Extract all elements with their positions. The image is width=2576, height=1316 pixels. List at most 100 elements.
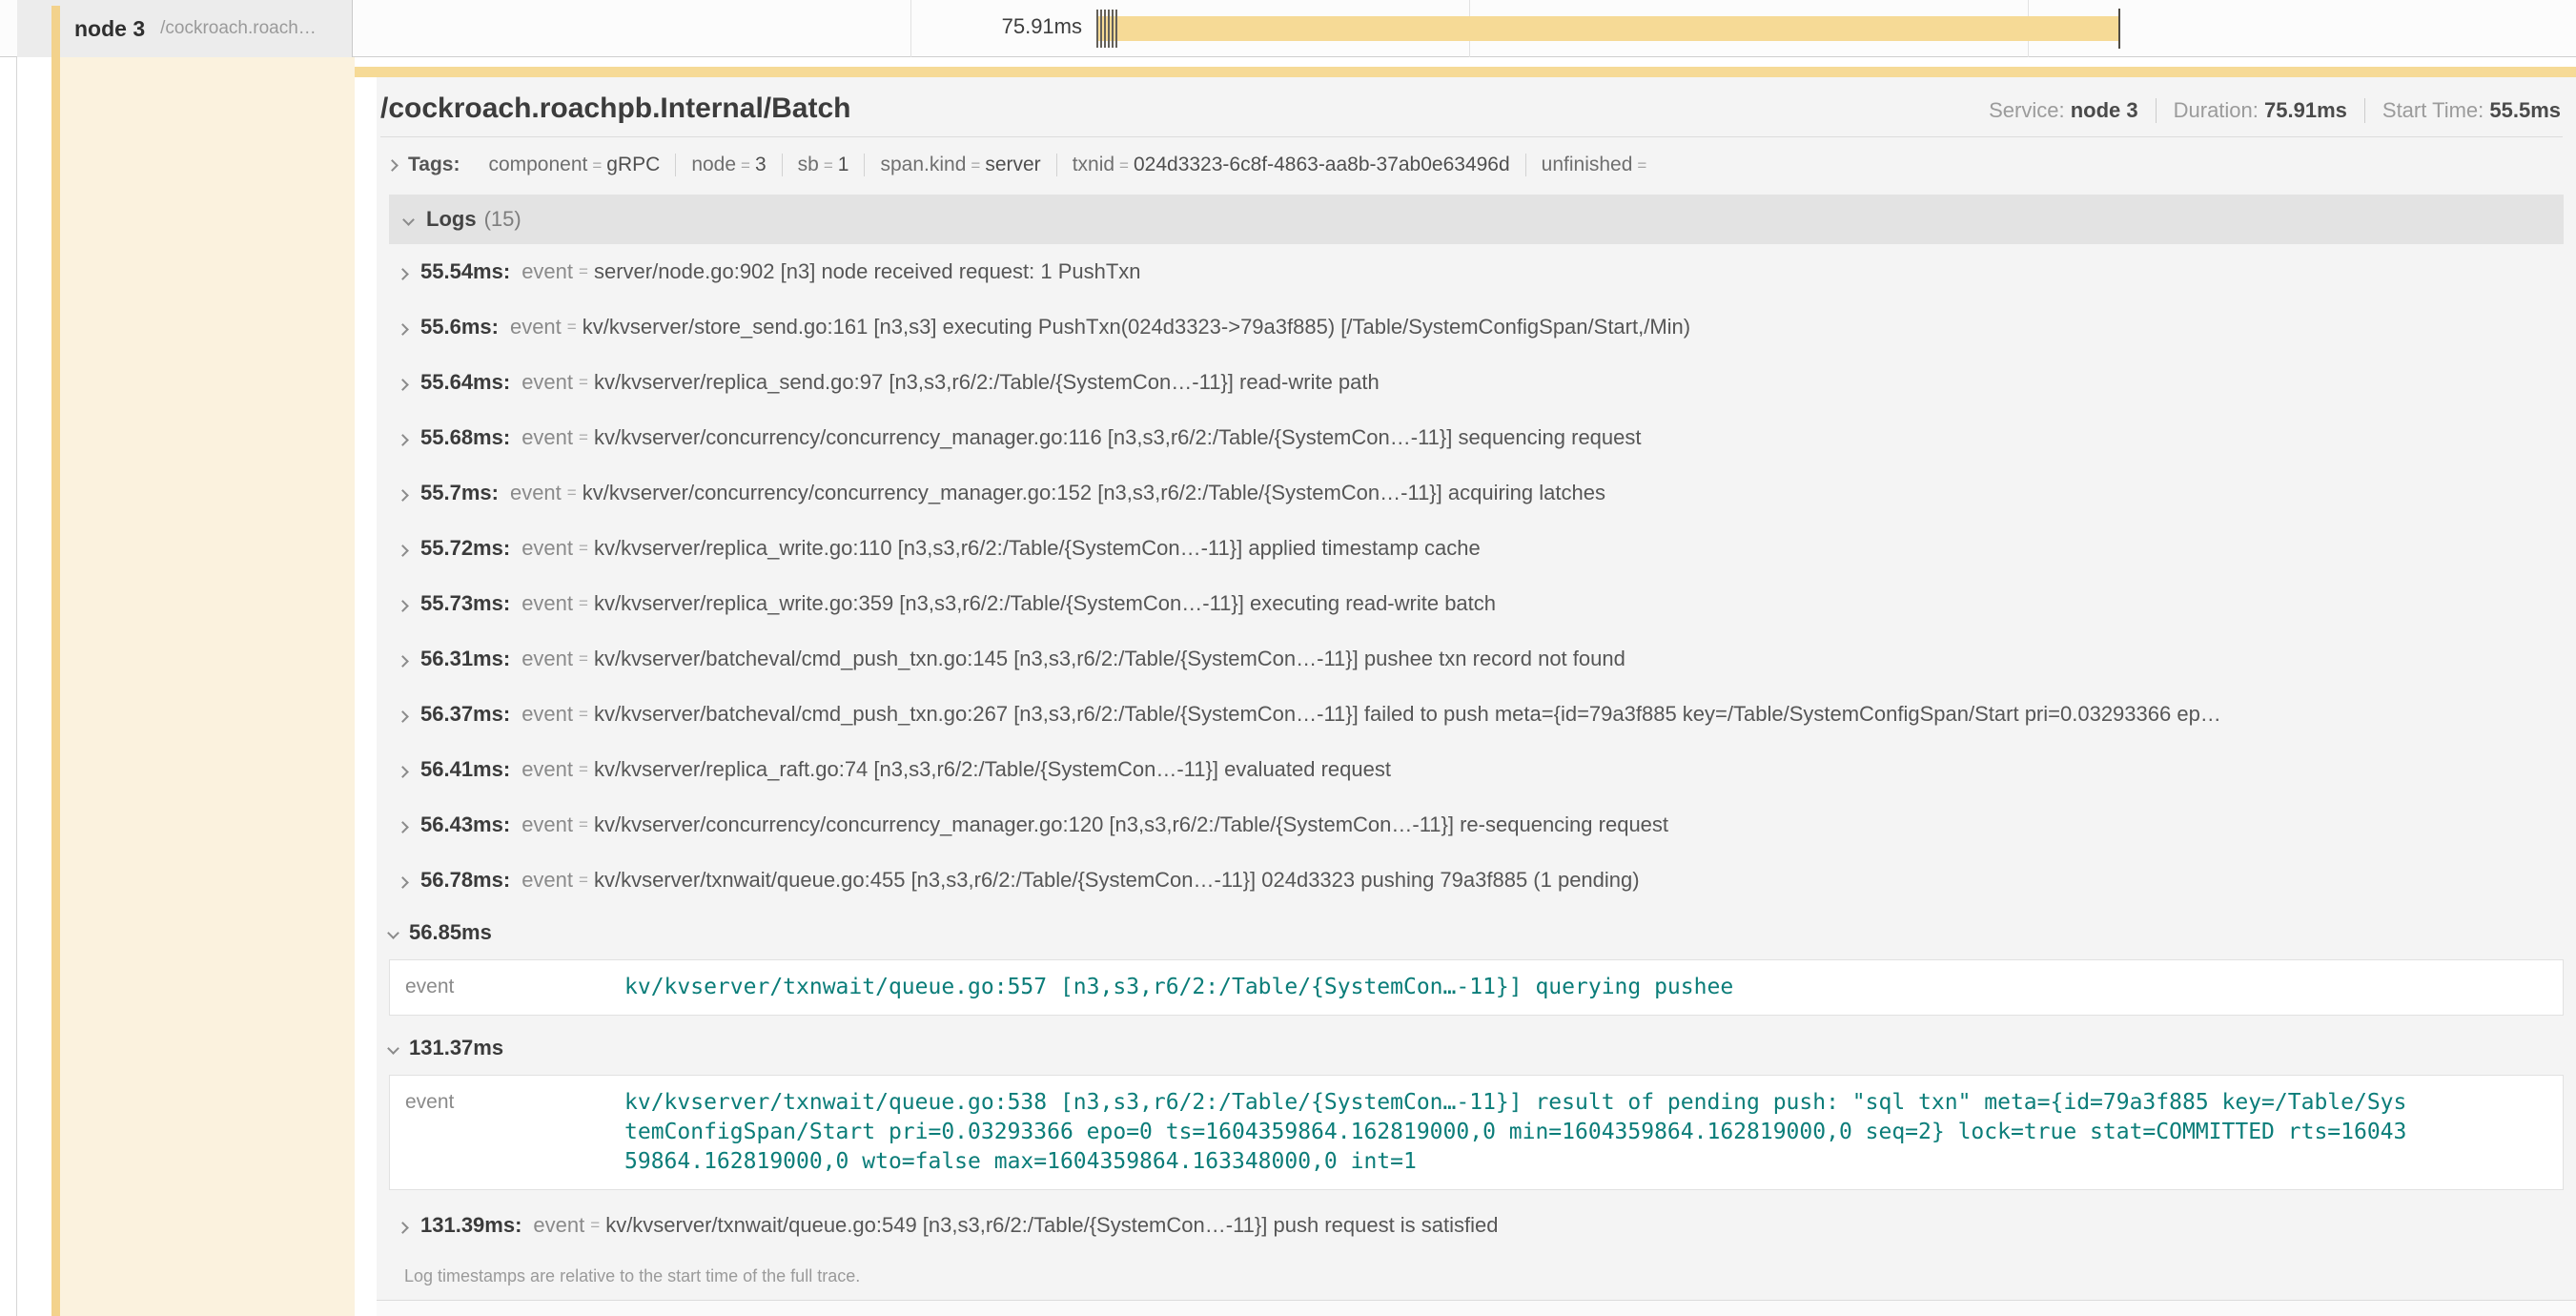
log-message: server/node.go:902 [n3] node received re… [594,259,2564,284]
log-timestamp: 55.6ms: [420,315,499,339]
log-row[interactable]: 55.64ms: event = kv/kvserver/replica_sen… [389,355,2564,410]
equals-sign: = [573,262,594,281]
log-row[interactable]: 55.72ms: event = kv/kvserver/replica_wri… [389,521,2564,576]
log-timestamp: 55.72ms: [420,536,510,561]
log-row[interactable]: 55.68ms: event = kv/kvserver/concurrency… [389,410,2564,465]
chevron-right-icon [386,159,399,172]
log-timestamp: 56.31ms: [420,647,510,671]
expanded-log-header[interactable]: 131.37ms [389,1023,2564,1073]
log-row[interactable]: 56.41ms: event = kv/kvserver/replica_raf… [389,742,2564,797]
expanded-log-entry: 131.37ms event kv/kvserver/txnwait/queue… [389,1023,2564,1190]
timeline-gridline [910,0,911,57]
log-field-name: event [521,259,573,284]
log-timestamp: 55.73ms: [420,591,510,616]
detail-panel-top-accent [355,67,2576,77]
span-bar-hatch-marks [1096,10,1119,48]
logs-title: Logs [426,207,477,232]
logs-count: (15) [484,207,521,232]
chevron-right-icon [399,259,407,284]
meta-item: Start Time: 55.5ms [2364,98,2563,123]
tags-label: Tags: [408,154,460,176]
tag-chip: component=gRPC [473,154,675,176]
timeline-ruler[interactable]: 75.91ms [353,0,2576,57]
log-timestamp: 55.64ms: [420,370,510,395]
log-fields-table: event kv/kvserver/txnwait/queue.go:538 [… [389,1075,2564,1190]
log-fields-table: event kv/kvserver/txnwait/queue.go:557 [… [389,959,2564,1016]
log-message: kv/kvserver/replica_write.go:110 [n3,s3,… [594,536,2564,561]
logs-footer-note: Log timestamps are relative to the start… [389,1253,2564,1300]
logs-section-header[interactable]: Logs (15) [389,195,2564,244]
log-timestamp: 56.41ms: [420,757,510,782]
chevron-right-icon [399,536,407,561]
span-color-accent-bar [51,6,60,1316]
log-timestamp: 55.68ms: [420,425,510,450]
selected-span-row-highlight [60,57,355,1316]
log-entries: 55.54ms: event = server/node.go:902 [n3]… [389,244,2564,1253]
page-title: /cockroach.roachpb.Internal/Batch [380,93,850,125]
log-timestamp: 131.37ms [409,1036,503,1060]
log-field-name: event [510,481,562,505]
chevron-right-icon [399,1213,407,1238]
log-timestamp: 55.54ms: [420,259,510,284]
log-row[interactable]: 56.37ms: event = kv/kvserver/batcheval/c… [389,687,2564,742]
log-timestamp: 131.39ms: [420,1213,521,1238]
meta-item: Duration: 75.91ms [2156,98,2364,123]
chevron-right-icon [399,370,407,395]
chevron-right-icon [399,812,407,837]
chevron-down-icon [387,1042,399,1055]
log-field-name: event [521,812,573,837]
expanded-log-header[interactable]: 56.85ms [389,908,2564,957]
chevron-right-icon [399,481,407,505]
equals-sign: = [573,649,594,668]
log-field-name: event [521,591,573,616]
span-duration-label: 75.91ms [963,14,1082,39]
tags-row[interactable]: Tags: component=gRPC node=3 sb=1 span.ki… [377,137,2576,191]
span-name-tab[interactable]: node 3 /cockroach.roach… [17,0,353,57]
log-timestamp: 56.37ms: [420,702,510,727]
chevron-right-icon [399,647,407,671]
log-field-name: event [521,702,573,727]
log-field-name: event [521,370,573,395]
log-field-name: event [510,315,562,339]
equals-sign: = [573,760,594,779]
log-message: kv/kvserver/replica_raft.go:74 [n3,s3,r6… [594,757,2564,782]
chevron-right-icon [399,757,407,782]
log-field-name: event [521,536,573,561]
log-message: kv/kvserver/batcheval/cmd_push_txn.go:26… [594,702,2564,727]
log-message: kv/kvserver/store_send.go:161 [n3,s3] ex… [583,315,2564,339]
log-message: kv/kvserver/batcheval/cmd_push_txn.go:14… [594,647,2564,671]
trace-span-detail-page: node 3 /cockroach.roach… 75.91ms /cockro… [0,0,2576,1316]
chevron-right-icon [399,425,407,450]
log-field-name: event [533,1213,584,1238]
equals-sign: = [819,156,838,175]
chevron-right-icon [399,591,407,616]
log-row[interactable]: 55.54ms: event = server/node.go:902 [n3]… [389,244,2564,299]
log-field-name: event [521,647,573,671]
tag-list: component=gRPC node=3 sb=1 span.kind=ser… [473,154,1666,176]
chevron-down-icon [402,214,415,226]
logs-section: Logs (15) 55.54ms: event = server/node.g… [389,195,2564,1300]
log-field-value: kv/kvserver/txnwait/queue.go:538 [n3,s3,… [624,1088,2408,1177]
log-field-name: event [405,1088,624,1114]
span-duration-bar[interactable] [1098,16,2119,41]
log-timestamp: 56.85ms [409,920,492,945]
meta-item: Service: node 3 [1972,98,2156,123]
equals-sign: = [1632,156,1651,175]
chevron-right-icon [399,315,407,339]
log-row[interactable]: 56.31ms: event = kv/kvserver/batcheval/c… [389,631,2564,687]
log-row[interactable]: 131.39ms: event = kv/kvserver/txnwait/qu… [389,1198,2564,1253]
log-row[interactable]: 56.78ms: event = kv/kvserver/txnwait/que… [389,853,2564,908]
log-row[interactable]: 55.7ms: event = kv/kvserver/concurrency/… [389,465,2564,521]
log-message: kv/kvserver/replica_send.go:97 [n3,s3,r6… [594,370,2564,395]
log-field-name: event [521,868,573,893]
span-service-name: node 3 [74,16,145,42]
span-operation-name: /cockroach.roach… [160,18,317,39]
chevron-down-icon [387,927,399,939]
log-timestamp: 56.43ms: [420,812,510,837]
log-row[interactable]: 55.73ms: event = kv/kvserver/replica_wri… [389,576,2564,631]
span-row-header: node 3 /cockroach.roach… 75.91ms [0,0,2576,57]
log-row[interactable]: 56.43ms: event = kv/kvserver/concurrency… [389,797,2564,853]
log-row[interactable]: 55.6ms: event = kv/kvserver/store_send.g… [389,299,2564,355]
expanded-log-entry: 56.85ms event kv/kvserver/txnwait/queue.… [389,908,2564,1016]
tag-chip: span.kind=server [864,154,1055,176]
